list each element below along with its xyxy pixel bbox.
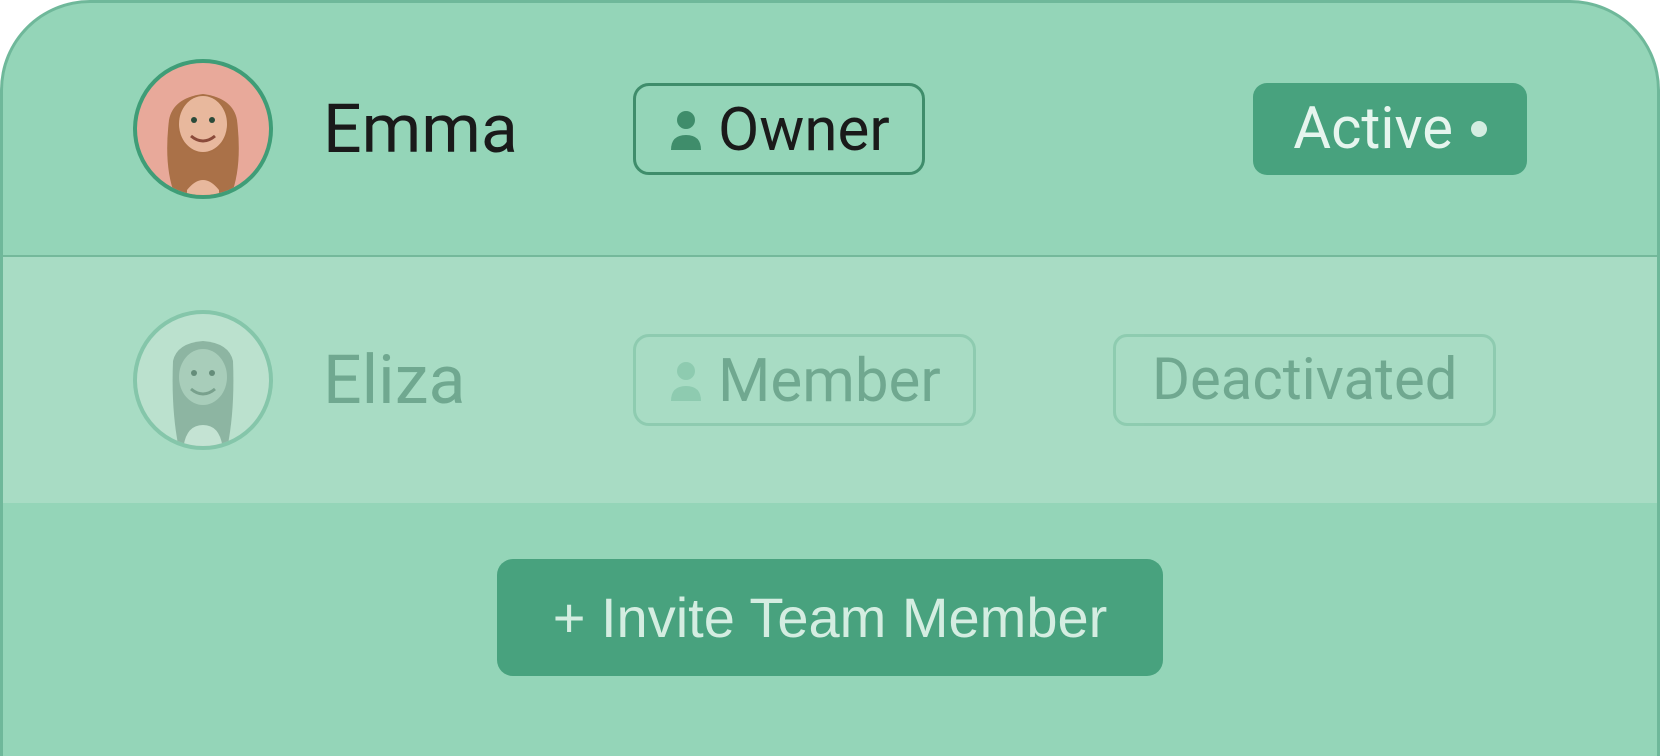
role-chip[interactable]: Member <box>633 334 976 426</box>
avatar <box>133 310 273 450</box>
invite-team-member-button[interactable]: + Invite Team Member <box>497 559 1164 676</box>
member-name: Eliza <box>323 340 583 420</box>
role-label: Owner <box>718 94 890 165</box>
avatar-illustration-icon <box>143 331 263 450</box>
status-label: Active <box>1293 95 1453 163</box>
member-name: Emma <box>323 89 583 169</box>
status-label: Deactivated <box>1152 346 1457 414</box>
team-members-panel: Emma Owner Active Eliza <box>0 0 1660 756</box>
status-badge: Deactivated <box>1113 334 1496 426</box>
person-icon <box>668 107 704 151</box>
role-chip[interactable]: Owner <box>633 83 925 175</box>
person-icon <box>668 358 704 402</box>
panel-footer: + Invite Team Member <box>3 503 1657 676</box>
avatar-illustration-icon <box>143 80 263 199</box>
invite-button-label: + Invite Team Member <box>553 585 1108 650</box>
avatar <box>133 59 273 199</box>
status-dot-icon <box>1471 121 1487 137</box>
member-row[interactable]: Eliza Member Deactivated <box>3 257 1657 503</box>
member-row[interactable]: Emma Owner Active <box>3 3 1657 257</box>
role-label: Member <box>718 345 941 416</box>
status-badge: Active <box>1253 83 1527 175</box>
